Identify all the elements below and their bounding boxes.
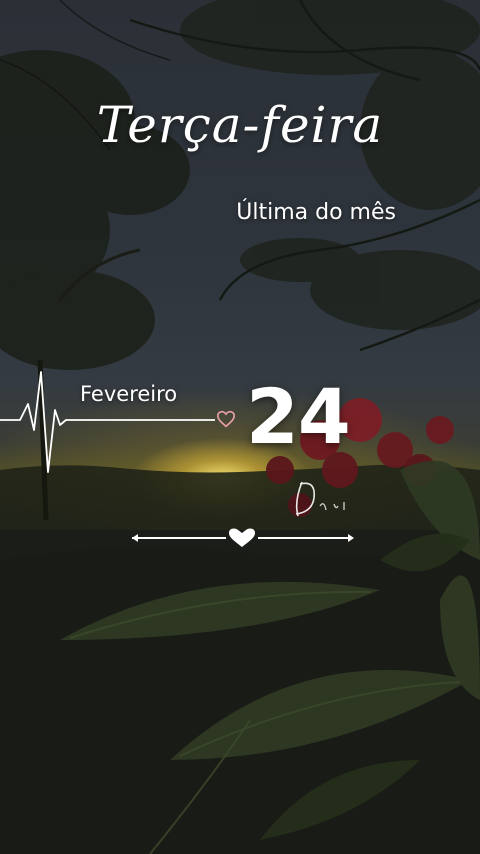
signature-scribble: [295, 481, 345, 517]
heart-outline-icon: [216, 410, 236, 428]
photo-background: Terça-feira Última do mês Fevereiro 24: [0, 0, 480, 854]
day-number: 24: [246, 372, 351, 461]
weekday-title: Terça-feira: [96, 96, 384, 154]
month-label: Fevereiro: [80, 382, 178, 406]
last-of-month-note: Última do mês: [236, 200, 396, 225]
double-arrow-heart-icon: [132, 528, 354, 547]
